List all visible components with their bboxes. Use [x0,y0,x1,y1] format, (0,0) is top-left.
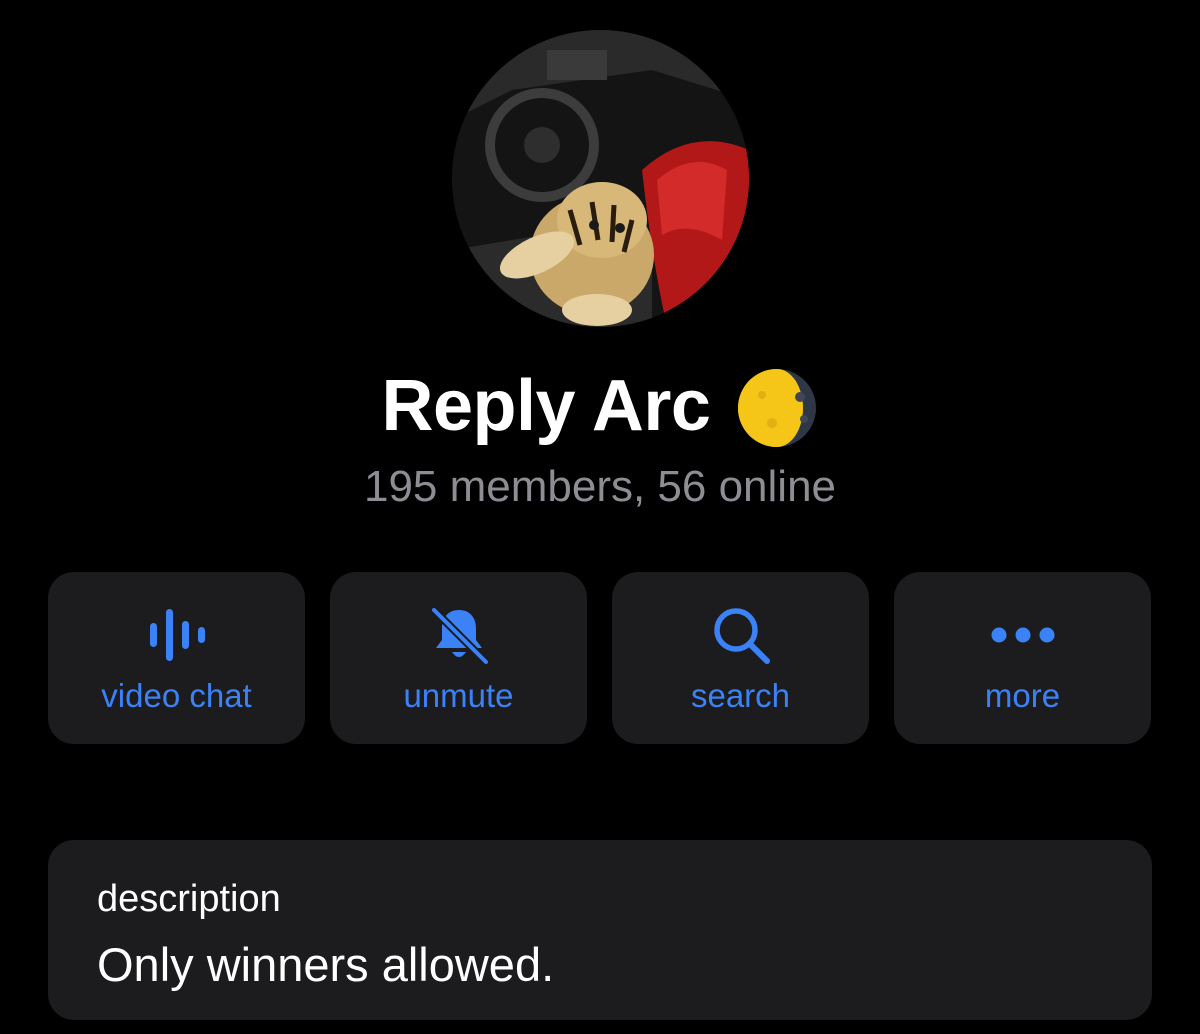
description-text: Only winners allowed. [97,938,555,991]
unmute-button[interactable]: unmute [330,572,587,744]
search-button[interactable]: search [612,572,869,744]
more-label: more [984,677,1061,714]
action-buttons: video chat unmute search more [48,572,1152,744]
bell-slash-icon [330,600,587,670]
video-chat-label: video chat [101,677,252,714]
search-label: search [690,677,791,714]
sound-wave-icon [48,600,305,670]
avatar-photo [452,30,749,327]
moon-icon [738,369,817,447]
video-chat-button[interactable]: video chat [48,572,305,744]
description-label: description [97,878,281,920]
member-count: 195 members, 56 online [363,462,837,511]
description-card[interactable]: description Only winners allowed. [48,840,1152,1020]
page-title: Reply Arc [381,366,711,446]
ellipsis-icon [894,600,1151,670]
group-avatar[interactable] [452,30,749,327]
profile-header: Reply Arc [0,358,1200,454]
unmute-label: unmute [403,677,514,714]
search-icon [612,600,869,670]
more-button[interactable]: more [894,572,1151,744]
